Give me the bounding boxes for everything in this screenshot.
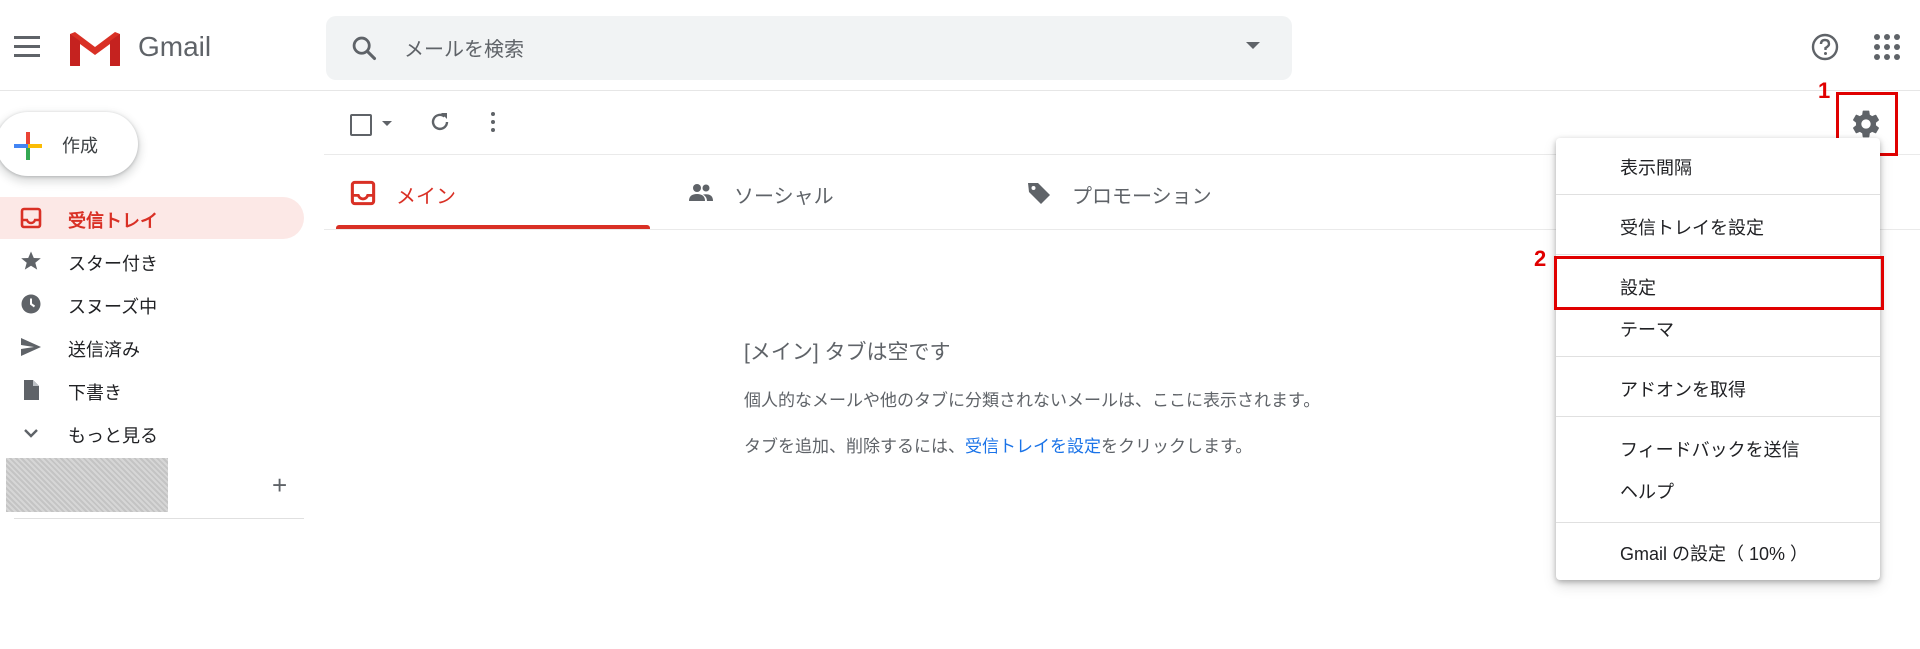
menu-item-display-density[interactable]: 表示間隔 [1620,154,1692,180]
tab-promotions[interactable]: プロモーション [1012,160,1332,228]
menu-item-themes[interactable]: テーマ [1620,316,1674,342]
select-all-checkbox[interactable] [350,114,372,136]
tag-icon [1028,183,1050,204]
sidebar-item-label: スヌーズ中 [68,297,158,317]
help-icon[interactable] [1810,32,1840,62]
inbox-icon [350,180,376,206]
search-bar[interactable] [326,16,1292,80]
sidebar-item-drafts[interactable]: 下書き [0,369,304,411]
plus-icon [14,132,42,160]
chevron-down-icon [24,429,38,438]
tab-label: メイン [396,186,456,208]
star-icon [21,251,41,270]
apps-grid-icon[interactable] [1874,34,1900,60]
menu-item-send-feedback[interactable]: フィードバックを送信 [1620,436,1800,462]
sidebar-item-more[interactable]: もっと見る [0,412,304,454]
sidebar-item-snoozed[interactable]: スヌーズ中 [0,283,304,325]
sidebar-item-label: もっと見る [68,426,158,446]
menu-divider [1556,356,1880,357]
menu-divider [1556,522,1880,523]
inbox-icon [20,207,42,229]
select-options-caret-icon[interactable] [382,121,392,126]
blurred-label-area [6,458,168,512]
empty-state-description: 個人的なメールや他のタブに分類されないメールは、ここに表示されます。 [744,391,1321,410]
search-options-caret-icon[interactable] [1246,42,1260,49]
tab-social[interactable]: ソーシャル [674,160,994,228]
send-icon [21,338,41,356]
search-input[interactable] [402,35,1226,65]
menu-item-help[interactable]: ヘルプ [1620,478,1674,504]
empty-state-title: [メイン] タブは空です [744,341,951,364]
compose-button[interactable]: 作成 [0,112,138,176]
sidebar-divider [14,518,304,519]
app-name: Gmail [138,31,212,62]
menu-item-configure-inbox[interactable]: 受信トレイを設定 [1620,214,1764,240]
annotation-step-number: 2 [1534,246,1547,271]
gmail-logo[interactable] [68,28,122,68]
tab-main[interactable]: メイン [336,160,656,228]
sidebar-item-starred[interactable]: スター付き [0,240,304,282]
hint-text-before: タブを追加、削除するには、 [744,437,965,456]
settings-dropdown-menu: 表示間隔 受信トレイを設定 設定 テーマ アドオンを取得 フィードバックを送信 … [1556,138,1880,580]
annotation-step-number: 1 [1818,78,1831,103]
sidebar-item-label: 送信済み [68,340,140,360]
more-vert-icon[interactable] [490,112,496,136]
add-label-button[interactable]: + [272,472,287,498]
inbox-settings-link[interactable]: 受信トレイを設定 [965,437,1101,456]
tab-label: プロモーション [1072,186,1212,208]
menu-divider [1556,194,1880,195]
sidebar-item-label: 受信トレイ [68,211,158,231]
tab-label: ソーシャル [734,186,834,208]
refresh-icon[interactable] [428,110,452,134]
sidebar-item-label: 下書き [68,383,122,403]
clock-icon [21,294,41,314]
menu-divider [1556,254,1880,255]
search-icon[interactable] [350,34,378,62]
sidebar-item-sent[interactable]: 送信済み [0,326,304,368]
menu-item-get-addons[interactable]: アドオンを取得 [1620,376,1746,402]
empty-state-hint: タブを追加、削除するには、受信トレイを設定をクリックします。 [744,432,1252,457]
draft-icon [24,380,39,400]
menu-item-gmail-setup-progress[interactable]: Gmail の設定（ 10% ） [1620,540,1808,566]
sidebar-item-inbox[interactable]: 受信トレイ [0,197,304,239]
menu-divider [1556,416,1880,417]
main-menu-icon[interactable] [14,36,44,58]
compose-label: 作成 [62,136,98,156]
hint-text-after: をクリックします。 [1101,437,1253,456]
annotation-callout-box [1554,256,1884,310]
people-icon [689,184,713,201]
sidebar-item-label: スター付き [68,254,158,274]
